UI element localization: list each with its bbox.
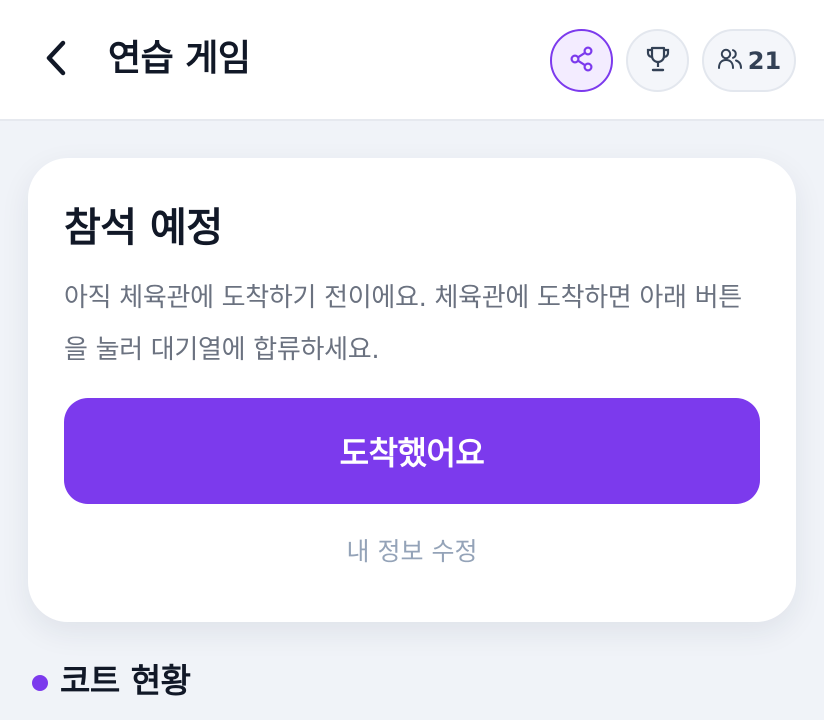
back-button[interactable] (34, 38, 78, 82)
arrived-button[interactable]: 도착했어요 (64, 398, 760, 504)
edit-profile-link[interactable]: 내 정보 수정 (28, 532, 796, 568)
section-indicator-dot (32, 675, 48, 691)
page-title: 연습 게임 (108, 38, 251, 79)
chevron-left-icon (43, 39, 69, 81)
section-title: 코트 현황 (60, 661, 191, 700)
players-button[interactable]: 21 (702, 29, 796, 92)
players-count: 21 (747, 46, 782, 75)
card-title: 참석 예정 (64, 205, 223, 251)
attendance-card: 참석 예정 아직 체육관에 도착하기 전이에요. 체육관에 도착하면 아래 버튼… (28, 158, 796, 622)
top-bar: 연습 게임 21 (0, 0, 824, 121)
leaderboard-button[interactable] (626, 29, 689, 92)
users-icon (717, 47, 743, 75)
trophy-icon (644, 45, 672, 77)
share-icon (569, 45, 595, 76)
card-description: 아직 체육관에 도착하기 전이에요. 체육관에 도착하면 아래 버튼을 눌러 대… (64, 283, 742, 365)
share-button[interactable] (550, 29, 613, 92)
